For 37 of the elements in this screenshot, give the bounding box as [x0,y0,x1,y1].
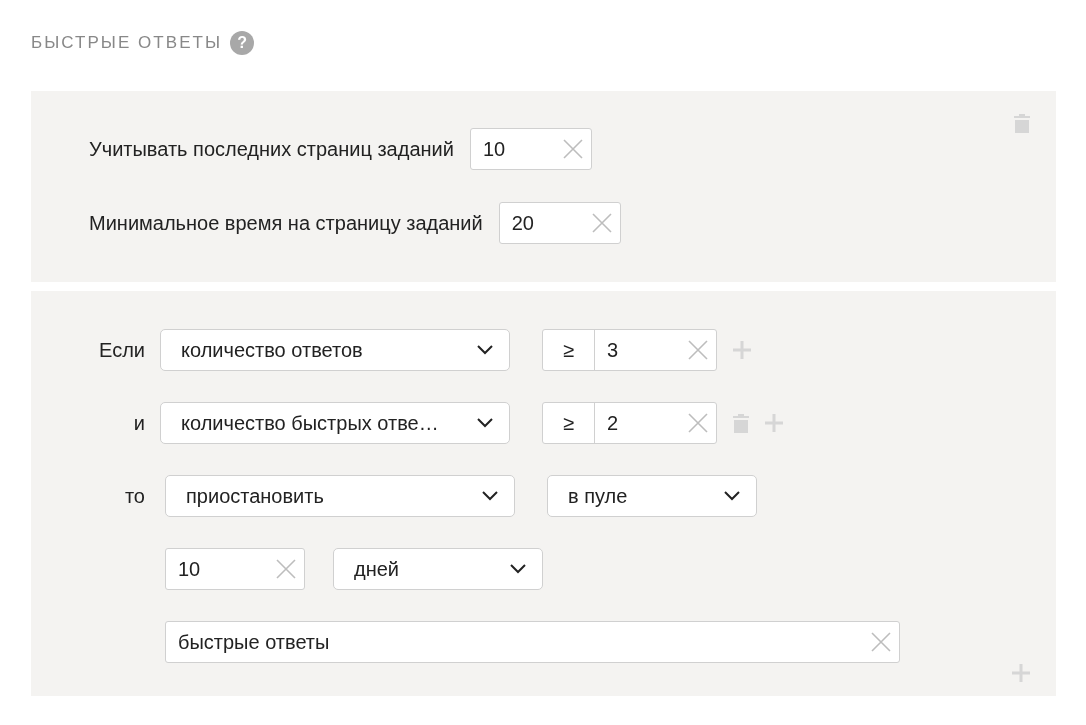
clear-icon[interactable] [871,631,891,652]
clear-icon[interactable] [688,412,708,433]
dropdown-select[interactable]: в пуле [547,474,757,517]
connector-label: Если [98,337,145,363]
setting-label: Учитывать последних страниц заданий [89,136,454,162]
clear-icon[interactable] [562,138,583,159]
comparison-field[interactable]: ≥ 3 [542,328,717,371]
add-icon[interactable] [765,413,783,432]
chevron-down-icon [477,344,493,355]
connector-label: и [132,410,145,436]
chevron-down-icon [482,490,498,501]
add-icon[interactable] [1012,663,1030,682]
clear-icon[interactable] [591,212,612,233]
input-field[interactable]: быстрые ответы [165,620,900,663]
add-icon[interactable] [733,340,751,359]
chevron-down-icon [510,563,526,574]
comparison-field[interactable]: ≥ 2 [542,401,717,444]
input-field[interactable]: 10 [469,127,592,170]
operator-select[interactable]: ≥ [543,402,595,443]
input-field[interactable]: 20 [498,201,621,244]
dropdown-select[interactable]: количество ответов [160,328,510,371]
dropdown-select[interactable]: приостановить [165,474,515,517]
section-title: БЫСТРЫЕ ОТВЕТЫ [31,32,223,54]
dropdown-select[interactable]: дней [333,547,543,590]
chevron-down-icon [477,417,493,428]
chevron-down-icon [724,490,740,501]
dropdown-select[interactable]: количество быстрых отве… [160,401,510,444]
value-text: 3 [606,337,620,363]
clear-icon[interactable] [688,339,708,360]
connector-label: то [123,483,145,509]
clear-icon[interactable] [276,558,296,579]
setting-label: Минимальное время на страницу заданий [89,210,483,236]
trash-icon[interactable] [1014,112,1030,133]
operator-select[interactable]: ≥ [543,329,595,370]
trash-icon[interactable] [733,412,749,433]
value-text: 2 [606,410,620,436]
input-field[interactable]: 10 [165,547,305,590]
